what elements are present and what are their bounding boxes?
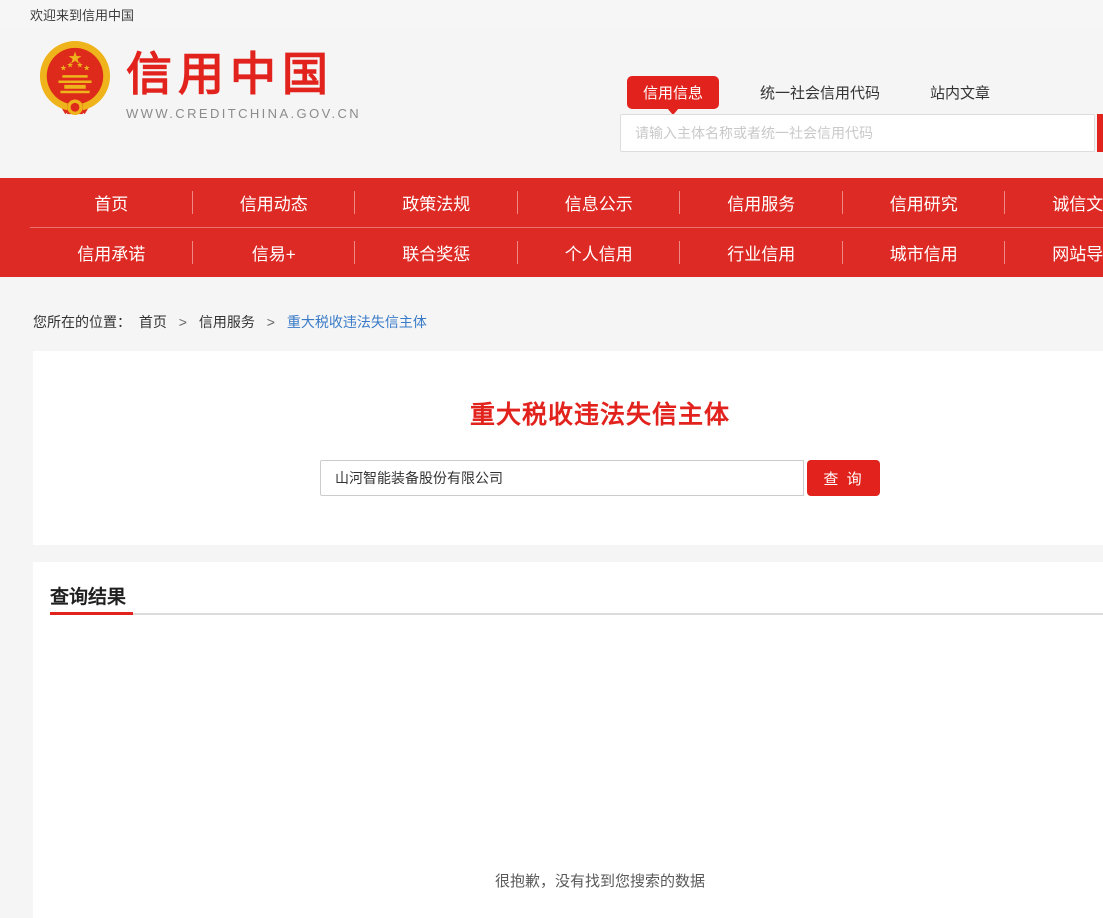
breadcrumb-separator: > bbox=[179, 314, 187, 330]
breadcrumb: 您所在的位置： 首页 > 信用服务 > 重大税收违法失信主体 bbox=[33, 312, 427, 332]
welcome-text: 欢迎来到信用中国 bbox=[30, 5, 134, 24]
nav-item-credit-promise[interactable]: 信用承诺 bbox=[30, 228, 193, 277]
header-search-area: 信用信息 统一社会信用代码 站内文章 bbox=[620, 74, 1103, 154]
breadcrumb-prefix: 您所在的位置： bbox=[33, 314, 131, 330]
logo-url: WWW.CREDITCHINA.GOV.CN bbox=[126, 106, 361, 121]
header-search-input[interactable] bbox=[620, 114, 1095, 152]
nav-item-integrity-culture[interactable]: 诚信文化 bbox=[1005, 178, 1103, 227]
topbar: 欢迎来到信用中国 bbox=[0, 0, 1103, 28]
header-search-button[interactable] bbox=[1097, 114, 1103, 152]
nav-item-info-disclosure[interactable]: 信息公示 bbox=[518, 178, 681, 227]
nav-item-joint-reward-punishment[interactable]: 联合奖惩 bbox=[355, 228, 518, 277]
results-heading: 查询结果 bbox=[50, 582, 126, 609]
search-card: 重大税收违法失信主体 查 询 bbox=[33, 351, 1103, 545]
nav-item-personal-credit[interactable]: 个人信用 bbox=[518, 228, 681, 277]
search-tabs: 信用信息 统一社会信用代码 站内文章 bbox=[620, 74, 1103, 112]
nav-item-site-navigation[interactable]: 网站导航 bbox=[1005, 228, 1103, 277]
empty-result-message: 很抱歉，没有找到您搜索的数据 bbox=[33, 870, 1103, 891]
query-button[interactable]: 查 询 bbox=[807, 460, 880, 496]
page: 欢迎来到信用中国 ★ ★ ★ ★ ★ bbox=[0, 0, 1103, 918]
breadcrumb-home[interactable]: 首页 bbox=[139, 314, 167, 330]
site-header: ★ ★ ★ ★ ★ 信用中国 WWW.CREDITCHINA.GOV.CN 信用… bbox=[0, 28, 1103, 178]
breadcrumb-current-page[interactable]: 重大税收违法失信主体 bbox=[287, 314, 427, 330]
tab-site-articles[interactable]: 站内文章 bbox=[930, 82, 990, 103]
results-card: 查询结果 很抱歉，没有找到您搜索的数据 bbox=[33, 562, 1103, 918]
tab-unified-social-credit-code[interactable]: 统一社会信用代码 bbox=[760, 82, 880, 103]
tab-credit-info[interactable]: 信用信息 bbox=[627, 76, 719, 109]
nav-item-city-credit[interactable]: 城市信用 bbox=[843, 228, 1006, 277]
nav-item-home[interactable]: 首页 bbox=[30, 178, 193, 227]
nav-item-policy-regulations[interactable]: 政策法规 bbox=[355, 178, 518, 227]
nav-item-credit-research[interactable]: 信用研究 bbox=[843, 178, 1006, 227]
nav-row-1: 首页 信用动态 政策法规 信息公示 信用服务 信用研究 诚信文化 bbox=[0, 178, 1103, 227]
results-heading-underline bbox=[50, 612, 133, 615]
nav-item-credit-news[interactable]: 信用动态 bbox=[193, 178, 356, 227]
results-section-divider bbox=[133, 613, 1103, 615]
logo-title: 信用中国 bbox=[126, 48, 361, 100]
main-nav: 首页 信用动态 政策法规 信息公示 信用服务 信用研究 诚信文化 信用承诺 信易… bbox=[0, 178, 1103, 277]
national-emblem-icon: ★ ★ ★ ★ ★ bbox=[38, 40, 112, 120]
nav-row-2: 信用承诺 信易+ 联合奖惩 个人信用 行业信用 城市信用 网站导航 bbox=[0, 228, 1103, 277]
site-logo[interactable]: ★ ★ ★ ★ ★ 信用中国 WWW.CREDITCHINA.GOV.CN bbox=[38, 40, 361, 121]
page-title: 重大税收违法失信主体 bbox=[33, 351, 1103, 430]
header-search-row bbox=[620, 114, 1103, 152]
svg-text:★: ★ bbox=[83, 63, 90, 72]
logo-text: 信用中国 WWW.CREDITCHINA.GOV.CN bbox=[126, 40, 361, 121]
breadcrumb-separator: > bbox=[267, 314, 275, 330]
nav-item-xinyi-plus[interactable]: 信易+ bbox=[193, 228, 356, 277]
query-input[interactable] bbox=[320, 460, 804, 496]
nav-item-credit-services[interactable]: 信用服务 bbox=[680, 178, 843, 227]
query-row: 查 询 bbox=[33, 460, 1103, 496]
nav-item-industry-credit[interactable]: 行业信用 bbox=[680, 228, 843, 277]
breadcrumb-credit-services[interactable]: 信用服务 bbox=[199, 314, 255, 330]
svg-text:★: ★ bbox=[67, 60, 74, 69]
